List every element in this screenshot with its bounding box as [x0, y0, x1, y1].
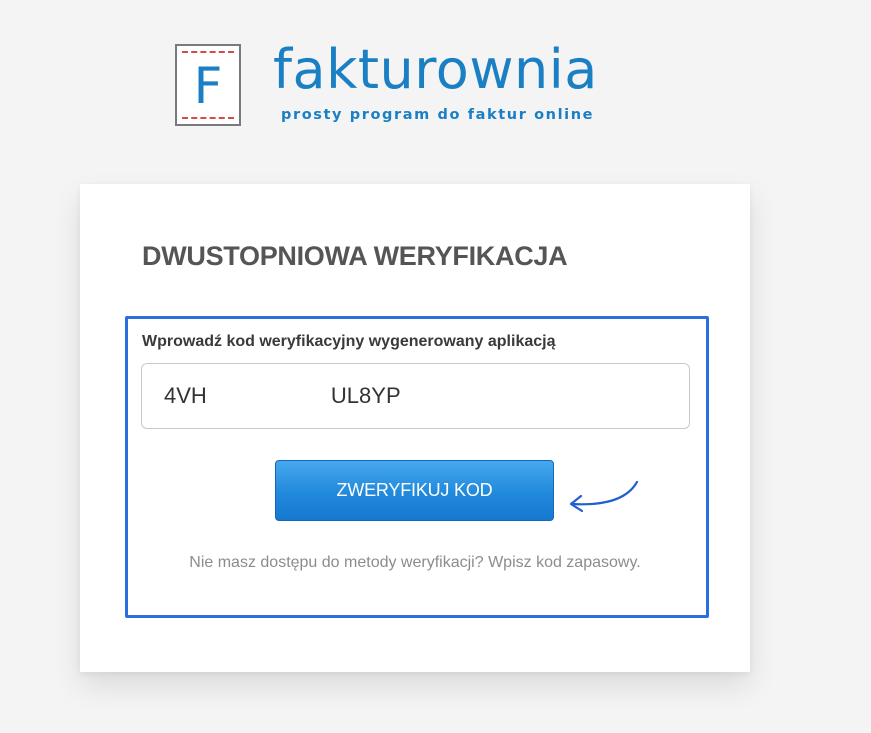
logo-dashed-line-top [182, 51, 234, 53]
logo-wordmark: fakturownia [273, 38, 598, 101]
logo-tagline: prosty program do faktur online [281, 107, 595, 123]
fakturownia-logo: F fakturownia prosty program do faktur o… [175, 38, 645, 130]
backup-code-link[interactable]: Nie masz dostępu do metody weryfikacji? … [160, 550, 670, 575]
code-field-label: Wprowadź kod weryfikacyjny wygenerowany … [142, 333, 556, 350]
curved-arrow-icon [569, 480, 639, 513]
logo-letter: F [193, 57, 223, 115]
verification-code-input[interactable] [141, 363, 690, 429]
page-title: DWUSTOPNIOWA WERYFIKACJA [142, 241, 568, 271]
verify-code-button[interactable]: ZWERYFIKUJ KOD [275, 460, 554, 521]
logo-dashed-line-bottom [182, 117, 234, 119]
logo-mark: F [175, 44, 241, 126]
